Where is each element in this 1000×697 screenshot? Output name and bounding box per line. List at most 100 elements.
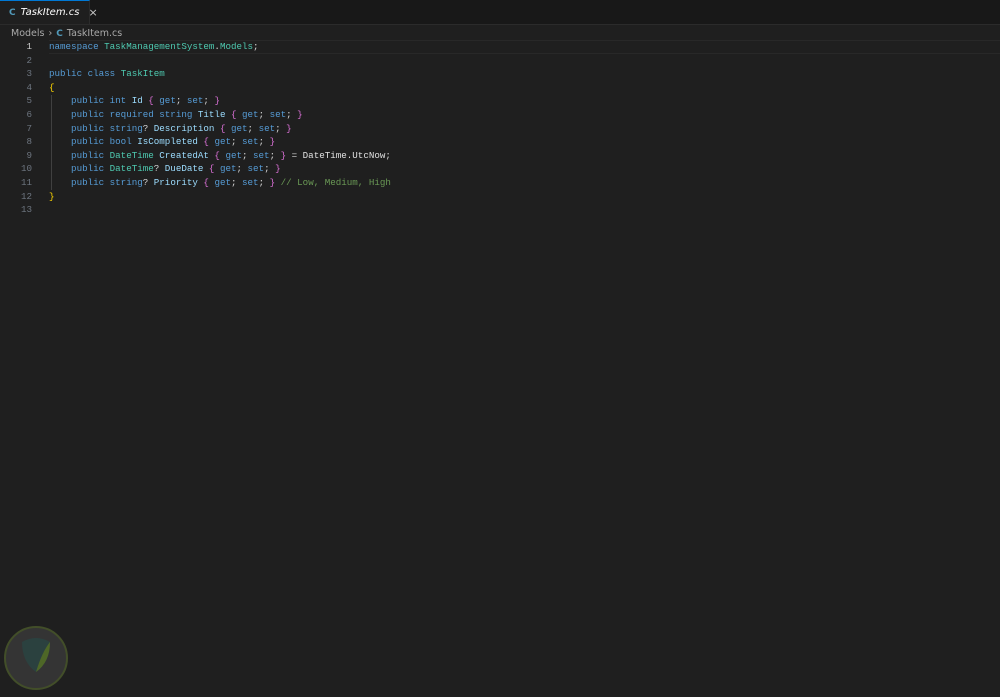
code-token: ; xyxy=(269,149,281,161)
breadcrumb-file[interactable]: TaskItem.cs xyxy=(67,28,122,39)
code-token: set xyxy=(186,95,204,107)
code-token: ; xyxy=(286,108,298,120)
tab-taskitem-cs[interactable]: C TaskItem.cs × xyxy=(0,0,98,24)
code-token: ; xyxy=(230,176,243,188)
code-token: get xyxy=(225,149,242,161)
code-token: TaskManagementSystem xyxy=(104,41,215,52)
code-line[interactable]: } xyxy=(49,190,1000,204)
code-token: bool xyxy=(109,136,138,148)
code-editor[interactable]: namespace TaskManagementSystem.Models; pu… xyxy=(49,40,1000,217)
csharp-file-icon: C xyxy=(56,28,63,39)
code-token: { xyxy=(219,122,231,134)
code-token: } xyxy=(269,136,276,148)
code-token: set xyxy=(242,136,259,148)
line-number: 10 xyxy=(20,163,32,175)
code-token: Id xyxy=(131,95,149,107)
tab-bar: C TaskItem.cs × xyxy=(0,0,1000,25)
code-token: { xyxy=(230,108,243,120)
line-number: 5 xyxy=(26,95,32,107)
code-line[interactable] xyxy=(49,203,1000,217)
code-token: public xyxy=(49,176,110,188)
code-token: string xyxy=(109,176,143,188)
line-number: 2 xyxy=(26,54,32,66)
code-line[interactable] xyxy=(49,54,1000,68)
code-token: Title xyxy=(197,108,231,120)
code-token: set xyxy=(242,176,259,188)
code-line[interactable]: namespace TaskManagementSystem.Models; xyxy=(49,40,1000,54)
code-token: set xyxy=(247,163,265,175)
code-line[interactable]: { xyxy=(49,81,1000,95)
code-line[interactable]: public class TaskItem xyxy=(49,67,1000,81)
code-token: set xyxy=(253,149,270,161)
code-line[interactable]: public string? Priority { get; set; } //… xyxy=(49,176,1000,190)
code-token: class xyxy=(87,68,121,80)
code-token: public xyxy=(49,95,110,107)
code-token: ? xyxy=(142,122,154,134)
code-token: set xyxy=(258,122,276,134)
code-token: ? xyxy=(153,163,165,175)
code-token: public xyxy=(49,108,110,120)
close-icon[interactable]: × xyxy=(88,6,97,19)
code-token: TaskItem xyxy=(120,68,165,80)
tab-label: TaskItem.cs xyxy=(20,7,80,18)
code-token: } xyxy=(269,176,281,188)
code-token: ; xyxy=(175,95,187,107)
watermark-logo xyxy=(4,626,68,690)
line-number: 13 xyxy=(20,204,32,216)
line-number: 7 xyxy=(26,122,32,134)
code-token: // Low, Medium, High xyxy=(280,176,391,188)
code-token: { xyxy=(203,176,215,188)
code-token: ? xyxy=(142,176,154,188)
code-token: = xyxy=(286,149,303,161)
code-line[interactable]: public DateTime? DueDate { get; set; } xyxy=(49,162,1000,176)
code-token: DateTime xyxy=(302,149,347,161)
code-line[interactable]: public int Id { get; set; } xyxy=(49,94,1000,108)
code-token: Models xyxy=(219,41,254,52)
code-token: get xyxy=(230,122,248,134)
code-token: Priority xyxy=(153,176,204,188)
code-token: } xyxy=(275,163,281,175)
code-token: ; xyxy=(258,176,270,188)
code-token: ; xyxy=(258,108,270,120)
code-token: ; xyxy=(275,122,287,134)
chevron-right-icon: › xyxy=(48,28,53,39)
code-token: get xyxy=(219,163,237,175)
code-token: CreatedAt xyxy=(159,149,215,161)
code-token: { xyxy=(208,163,220,175)
code-token: get xyxy=(159,95,176,107)
code-token: ; xyxy=(253,41,259,52)
code-token: public xyxy=(49,163,110,175)
code-token: ; xyxy=(203,95,215,107)
code-token: string xyxy=(109,122,143,134)
code-token: } xyxy=(49,190,55,202)
shield-icon xyxy=(22,638,50,672)
code-token: set xyxy=(269,108,287,120)
line-number: 6 xyxy=(26,108,32,120)
breadcrumb-folder[interactable]: Models xyxy=(11,28,44,39)
code-token: namespace xyxy=(49,41,105,52)
code-token: public xyxy=(49,136,110,148)
code-token: } xyxy=(286,122,292,134)
code-token: get xyxy=(214,176,231,188)
code-token: DateTime xyxy=(109,163,154,175)
code-token: ; xyxy=(236,163,248,175)
code-line[interactable]: public string? Description { get; set; } xyxy=(49,122,1000,136)
code-line[interactable]: public bool IsCompleted { get; set; } xyxy=(49,135,1000,149)
code-token: public xyxy=(49,122,110,134)
code-token: ; xyxy=(242,149,254,161)
code-token: required xyxy=(109,108,160,120)
code-token: } xyxy=(214,95,220,107)
code-token: { xyxy=(49,81,55,93)
line-number: 4 xyxy=(26,81,32,93)
code-line[interactable]: public DateTime CreatedAt { get; set; } … xyxy=(49,149,1000,163)
line-number: 9 xyxy=(26,149,32,161)
code-token: DueDate xyxy=(164,163,209,175)
code-token: ; xyxy=(264,163,276,175)
line-number: 1 xyxy=(26,41,32,52)
code-token: public xyxy=(49,149,110,161)
code-line[interactable]: public required string Title { get; set;… xyxy=(49,108,1000,122)
code-token: int xyxy=(109,95,132,107)
line-number-gutter: 1 2 3 4 5 6 7 8 9 10 11 12 13 xyxy=(0,40,32,217)
code-token: IsCompleted xyxy=(137,136,204,148)
line-number: 8 xyxy=(26,136,32,148)
